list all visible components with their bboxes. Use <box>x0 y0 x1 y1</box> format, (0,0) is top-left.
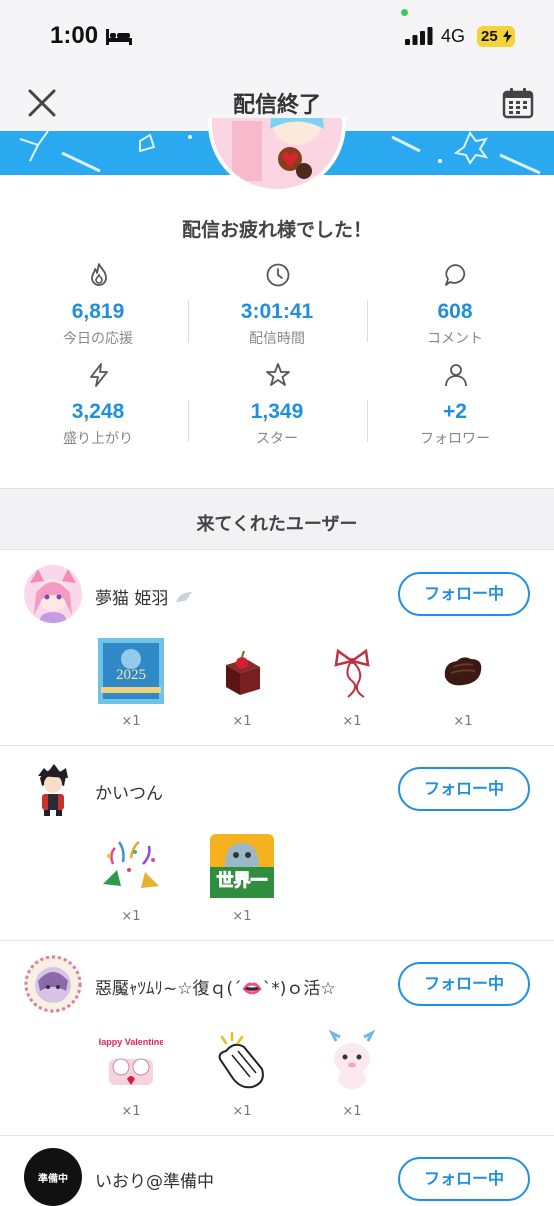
stat-value: 6,819 <box>71 300 125 323</box>
charging-bolt-icon <box>503 30 512 43</box>
gift-item: 2025 ×1 <box>96 636 166 736</box>
stat-duration: 3:01:41 配信時間 <box>185 258 369 348</box>
gift-item: ×1 <box>317 636 387 736</box>
user-row: 惡魘ｬﾂﾑﾘ~☆復ｑ(´👄`*)ｏ活☆ フォロー中 Happy Valentin… <box>0 941 554 1136</box>
avatar[interactable] <box>24 760 82 818</box>
stat-label: 今日の応援 <box>63 331 133 347</box>
chocolate-icon <box>428 636 498 706</box>
user-name: 夢猫 姫羽 <box>95 584 194 609</box>
calendar-button[interactable] <box>498 83 538 123</box>
following-button[interactable]: フォロー中 <box>398 767 530 811</box>
flame-icon <box>91 263 107 286</box>
happy-valentine-icon: Happy Valentine! <box>96 1026 166 1096</box>
avatar[interactable]: 準備中 <box>24 1148 82 1206</box>
bed-icon <box>106 29 132 45</box>
stat-label: コメント <box>427 331 483 347</box>
gift-item: ×1 <box>207 636 277 736</box>
stat-label: 盛り上がり <box>63 431 133 447</box>
gift-count: ×1 <box>342 714 362 729</box>
person-icon <box>445 364 467 387</box>
stat-label: フォロワー <box>420 431 490 447</box>
streamer-avatar <box>208 118 346 193</box>
party-popper-icon <box>96 831 166 901</box>
gift-count: ×1 <box>121 714 141 729</box>
lightning-icon <box>90 363 108 387</box>
stat-value: +2 <box>443 400 467 423</box>
gift-count: ×1 <box>232 909 252 924</box>
dragon-mascot-icon <box>317 1026 387 1096</box>
sekai-ichi-stamp-icon: 世界一 <box>207 831 277 901</box>
ribbon-icon <box>317 636 387 706</box>
stat-comments: 608 コメント <box>363 258 547 348</box>
privacy-indicator <box>401 9 408 16</box>
network-type: 4G <box>441 26 466 46</box>
stat-excitement: 3,248 盛り上がり <box>6 358 190 448</box>
stat-value: 608 <box>437 300 473 323</box>
gift-item: ×1 <box>207 1026 277 1126</box>
gift-item: ×1 <box>428 636 498 736</box>
gift-count: ×1 <box>453 714 473 729</box>
user-name: かいつん <box>95 784 163 804</box>
gift-count: ×1 <box>121 1104 141 1119</box>
avatar-text: 準備中 <box>38 1173 68 1185</box>
avatar[interactable] <box>24 955 82 1013</box>
status-bar: 1:00 4G 25 <box>0 0 554 75</box>
stats-panel: 6,819 今日の応援 3:01:41 配信時間 608 コメント 3,248 … <box>0 258 554 458</box>
stat-stars: 1,349 スター <box>185 358 369 448</box>
gift-count: ×1 <box>121 909 141 924</box>
stat-value: 3:01:41 <box>240 300 314 323</box>
visitors-title: 来てくれたユーザー <box>196 514 358 535</box>
stat-followers: +2 フォロワー <box>363 358 547 448</box>
user-row: かいつん フォロー中 ×1 世界一 ×1 <box>0 746 554 941</box>
battery-icon: 25 <box>477 26 515 47</box>
user-row: 準備中 いおり@準備中 フォロー中 <box>0 1136 554 1206</box>
stat-support: 6,819 今日の応援 <box>6 258 190 348</box>
calendar-icon <box>502 88 534 119</box>
user-name: いおり@準備中 <box>95 1172 214 1192</box>
signal-icon <box>405 27 433 45</box>
avatar[interactable] <box>24 565 82 623</box>
gift-item: Happy Valentine! ×1 <box>96 1026 166 1126</box>
gift-text: Happy Valentine! <box>99 1037 163 1047</box>
following-button[interactable]: フォロー中 <box>398 572 530 616</box>
stat-label: 配信時間 <box>249 331 305 347</box>
gift-count: ×1 <box>232 714 252 729</box>
summary-message: 配信お疲れ様でした！ <box>181 219 372 241</box>
clapping-hands-icon <box>207 1026 277 1096</box>
wing-icon <box>175 592 192 602</box>
battery-level: 25 <box>481 28 498 45</box>
clock-icon <box>266 263 290 287</box>
visitors-header: 来てくれたユーザー <box>0 488 554 550</box>
gift-item: ×1 <box>317 1026 387 1126</box>
gift-count: ×1 <box>232 1104 252 1119</box>
gift-item: 世界一 ×1 <box>207 831 277 931</box>
comment-icon <box>445 264 466 286</box>
user-name: 惡魘ｬﾂﾑﾘ~☆復ｑ(´👄`*)ｏ活☆ <box>95 979 336 999</box>
user-row: 夢猫 姫羽 フォロー中 2025 ×1 ×1 ×1 ×1 <box>0 551 554 746</box>
gift-item: ×1 <box>96 831 166 931</box>
chocolate-box-icon <box>207 636 277 706</box>
2025-card-icon: 2025 <box>96 636 166 706</box>
following-button[interactable]: フォロー中 <box>398 1157 530 1201</box>
stat-value: 1,349 <box>250 400 304 423</box>
gift-text: 世界一 <box>217 871 268 891</box>
stat-label: スター <box>256 431 298 447</box>
gift-count: ×1 <box>342 1104 362 1119</box>
stat-value: 3,248 <box>71 400 125 423</box>
star-icon <box>266 363 290 386</box>
status-time: 1:00 <box>50 22 99 49</box>
following-button[interactable]: フォロー中 <box>398 962 530 1006</box>
page-title: 配信終了 <box>232 93 321 118</box>
gift-text: 2025 <box>116 667 146 683</box>
